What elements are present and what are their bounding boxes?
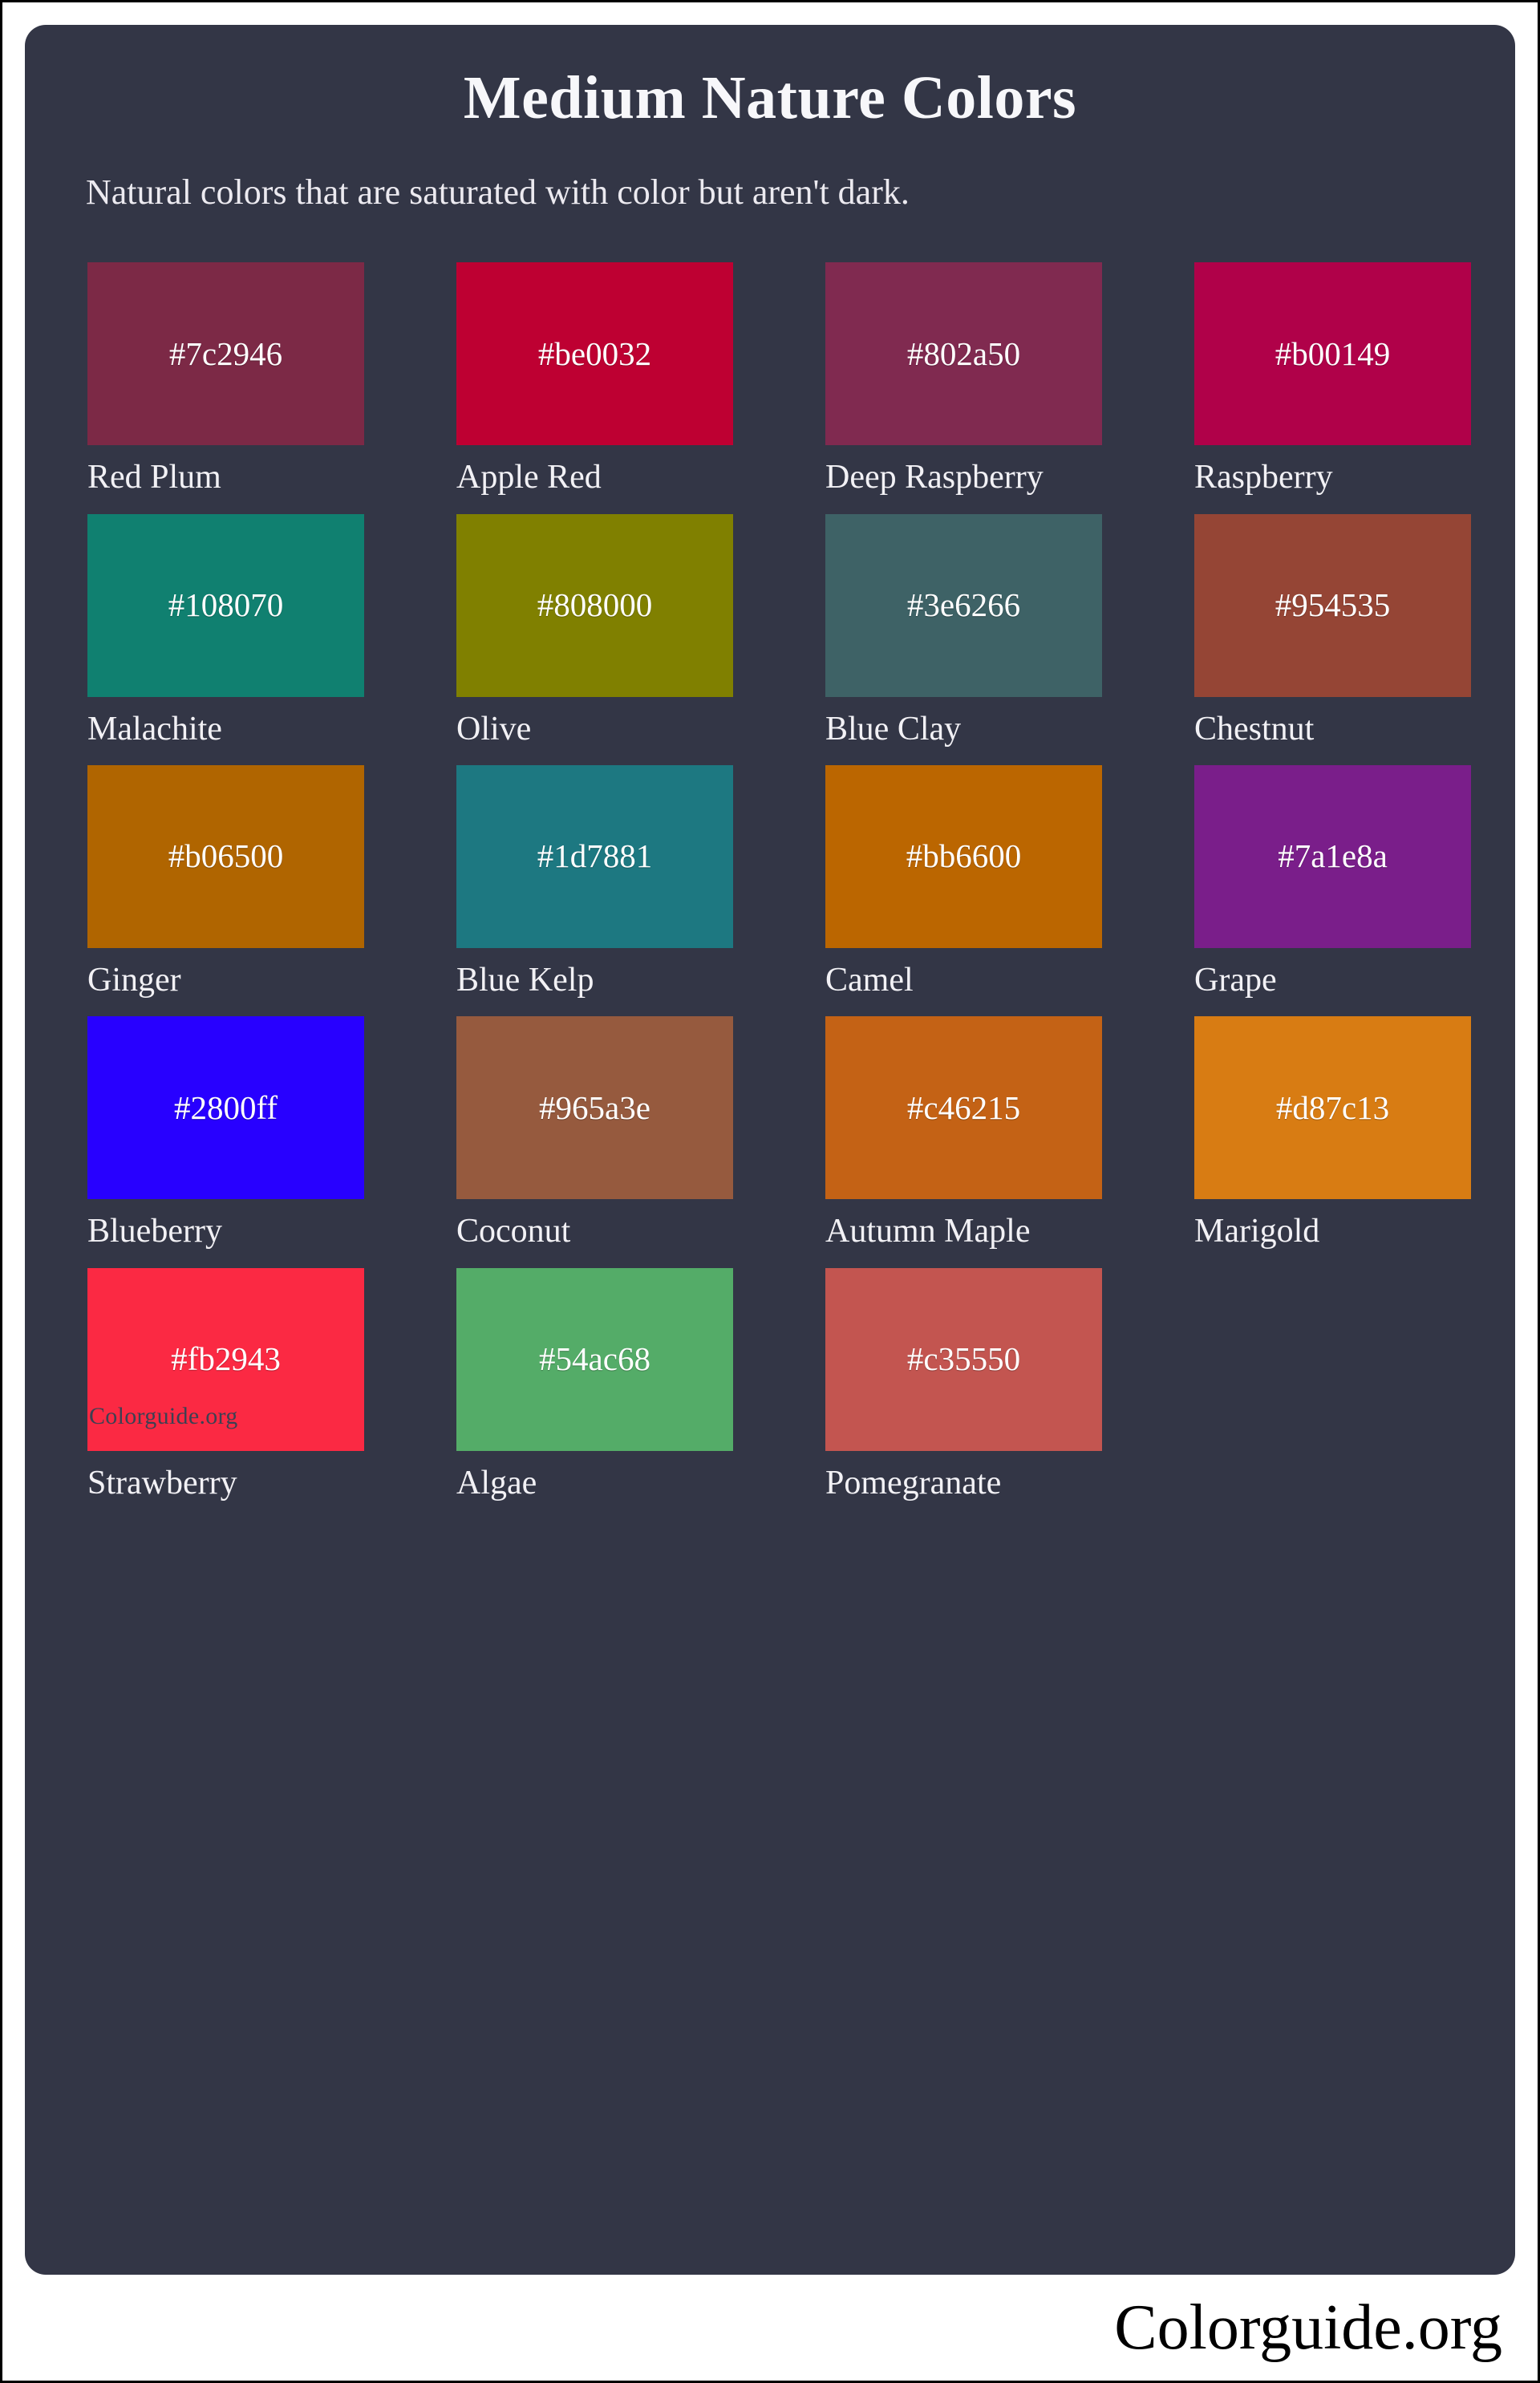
color-swatch-cell[interactable]: #7c2946 Red Plum xyxy=(87,262,456,513)
color-swatch-cell[interactable]: #c46215 Autumn Maple xyxy=(825,1016,1194,1267)
color-swatch[interactable]: #2800ff xyxy=(87,1016,364,1200)
color-hex-label: #802a50 xyxy=(906,334,1021,372)
color-swatch-cell[interactable]: #bb6600 Camel xyxy=(825,764,1194,1016)
page-footer: Colorguide.org xyxy=(2,2275,1538,2381)
color-swatch-cell[interactable]: #c35550 Pomegranate xyxy=(825,1267,1194,1519)
color-swatch[interactable]: #7a1e8a xyxy=(1194,764,1471,948)
color-swatch[interactable]: #808000 xyxy=(456,513,733,697)
color-hex-label: #3e6266 xyxy=(906,586,1021,624)
color-swatch-cell[interactable]: #802a50 Deep Raspberry xyxy=(825,262,1194,513)
color-swatch[interactable]: #954535 xyxy=(1194,513,1471,697)
color-hex-label: #7a1e8a xyxy=(1278,837,1388,875)
color-name-label: Algae xyxy=(456,1464,537,1502)
color-swatch[interactable]: #965a3e xyxy=(456,1016,733,1200)
color-name-label: Red Plum xyxy=(87,459,221,496)
color-name-label: Blueberry xyxy=(87,1213,222,1250)
color-name-label: Raspberry xyxy=(1194,459,1333,496)
color-hex-label: #1d7881 xyxy=(537,837,653,875)
color-hex-label: #108070 xyxy=(168,586,284,624)
color-swatch-cell[interactable]: #7a1e8a Grape xyxy=(1194,764,1515,1016)
color-swatch[interactable]: #3e6266 xyxy=(825,513,1102,697)
color-name-label: Pomegranate xyxy=(825,1464,1002,1502)
color-name-label: Grape xyxy=(1194,961,1277,999)
color-name-label: Chestnut xyxy=(1194,710,1315,748)
color-hex-label: #54ac68 xyxy=(539,1340,650,1377)
color-swatch[interactable]: #bb6600 xyxy=(825,764,1102,948)
color-hex-label: #7c2946 xyxy=(168,334,283,372)
color-name-label: Malachite xyxy=(87,710,222,748)
color-swatch[interactable]: #b06500 xyxy=(87,764,364,948)
color-swatch-cell[interactable]: #965a3e Coconut xyxy=(456,1016,825,1267)
color-hex-label: #d87c13 xyxy=(1275,1088,1390,1126)
palette-page: Medium Nature Colors Natural colors that… xyxy=(2,2,1538,2381)
color-name-label: Marigold xyxy=(1194,1213,1320,1250)
color-swatch[interactable]: #108070 xyxy=(87,513,364,697)
palette-card: Medium Nature Colors Natural colors that… xyxy=(25,25,1515,2275)
page-title: Medium Nature Colors xyxy=(463,64,1077,132)
footer-brand: Colorguide.org xyxy=(1114,2292,1502,2363)
color-hex-label: #bb6600 xyxy=(906,837,1022,875)
color-swatch[interactable]: #d87c13 xyxy=(1194,1016,1471,1200)
color-swatch-cell[interactable]: #808000 Olive xyxy=(456,513,825,765)
color-hex-label: #b00149 xyxy=(1275,334,1391,372)
color-name-label: Ginger xyxy=(87,961,181,999)
color-name-label: Coconut xyxy=(456,1213,571,1250)
color-name-label: Deep Raspberry xyxy=(825,459,1044,496)
color-swatch[interactable]: #c35550 xyxy=(825,1267,1102,1451)
color-name-label: Olive xyxy=(456,710,532,748)
color-swatch[interactable]: #1d7881 xyxy=(456,764,733,948)
color-swatch-cell[interactable]: #b00149 Raspberry xyxy=(1194,262,1515,513)
color-swatch[interactable]: #b00149 xyxy=(1194,262,1471,446)
color-swatch[interactable]: #be0032 xyxy=(456,262,733,446)
page-subtitle: Natural colors that are saturated with c… xyxy=(86,172,910,213)
color-swatch-cell[interactable]: #54ac68 Algae xyxy=(456,1267,825,1519)
color-swatch-cell[interactable]: #108070 Malachite xyxy=(87,513,456,765)
color-swatch[interactable]: #54ac68 xyxy=(456,1267,733,1451)
color-swatch-cell[interactable]: #be0032 Apple Red xyxy=(456,262,825,513)
color-swatch-cell[interactable]: #d87c13 Marigold xyxy=(1194,1016,1515,1267)
color-swatch[interactable]: #fb2943 xyxy=(87,1267,364,1451)
color-name-label: Autumn Maple xyxy=(825,1213,1031,1250)
color-hex-label: #808000 xyxy=(537,586,653,624)
color-hex-label: #965a3e xyxy=(539,1088,650,1126)
color-hex-label: #be0032 xyxy=(537,334,652,372)
color-hex-label: #c46215 xyxy=(906,1088,1021,1126)
color-swatch[interactable]: #7c2946 xyxy=(87,262,364,446)
color-name-label: Blue Kelp xyxy=(456,961,594,999)
color-swatch-cell[interactable]: #b06500 Ginger xyxy=(87,764,456,1016)
color-swatch-cell[interactable]: #fb2943 Strawberry xyxy=(87,1267,456,1519)
color-swatch-cell[interactable]: #1d7881 Blue Kelp xyxy=(456,764,825,1016)
color-swatch[interactable]: #c46215 xyxy=(825,1016,1102,1200)
color-swatch-cell[interactable]: #954535 Chestnut xyxy=(1194,513,1515,765)
color-name-label: Strawberry xyxy=(87,1464,237,1502)
color-name-label: Apple Red xyxy=(456,459,602,496)
color-swatch[interactable]: #802a50 xyxy=(825,262,1102,446)
color-swatch-cell[interactable]: #3e6266 Blue Clay xyxy=(825,513,1194,765)
color-name-label: Blue Clay xyxy=(825,710,962,748)
color-hex-label: #b06500 xyxy=(168,837,284,875)
color-hex-label: #2800ff xyxy=(173,1088,278,1126)
color-swatch-grid: #7c2946 Red Plum #be0032 Apple Red #802a50 De… xyxy=(25,262,1515,1519)
color-swatch-cell[interactable]: #2800ff Blueberry xyxy=(87,1016,456,1267)
color-hex-label: #954535 xyxy=(1275,586,1391,624)
color-hex-label: #fb2943 xyxy=(171,1340,281,1377)
color-name-label: Camel xyxy=(825,961,914,999)
color-hex-label: #c35550 xyxy=(906,1340,1021,1377)
